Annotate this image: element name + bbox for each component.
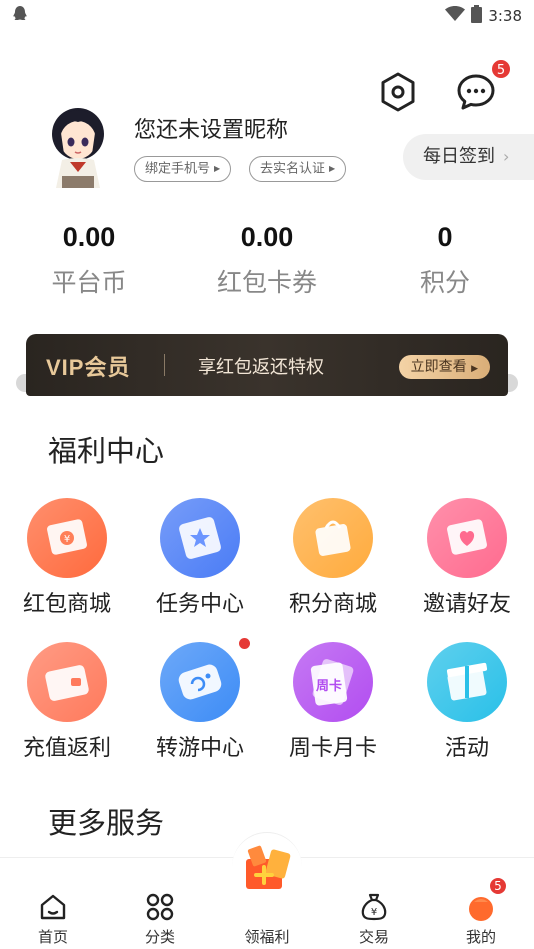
grid-icon (145, 892, 175, 922)
tab-label: 首页 (37, 928, 68, 946)
welfare-item-label: 充值返利 (22, 736, 111, 761)
triangle-right-icon: ▶ (329, 164, 336, 173)
home-icon (38, 892, 68, 922)
tab-category[interactable]: 分类 (115, 858, 205, 947)
triangle-right-icon: ▶ (214, 164, 221, 173)
divider (164, 354, 165, 376)
stat-label: 红包卡券 (216, 268, 317, 297)
qq-penguin-icon (10, 4, 30, 28)
checkin-label: 每日签到 (423, 146, 495, 167)
svg-text:¥: ¥ (371, 907, 377, 918)
welfare-item-label: 邀请好友 (422, 592, 511, 617)
task-star-icon (160, 498, 240, 578)
heart-envelope-icon (427, 498, 507, 578)
welfare-item-1[interactable]: ¥ 红包商城 (0, 498, 134, 618)
more-services-title: 更多服务 (48, 806, 165, 840)
tab-label: 交易 (358, 928, 389, 946)
stat-value: 0 (437, 222, 453, 252)
avatar[interactable] (40, 104, 118, 190)
shopping-bag-icon (293, 498, 373, 578)
nickname[interactable]: 您还未设置昵称 (134, 112, 288, 144)
notification-dot (239, 638, 250, 649)
tab-label: 领福利 (244, 928, 290, 946)
vip-view-button[interactable]: 立即查看 ▶ (398, 355, 490, 379)
welfare-section-title: 福利中心 (48, 434, 165, 468)
vip-title: VIP会员 (46, 355, 131, 380)
stat-label: 积分 (419, 268, 470, 297)
daily-checkin-button[interactable]: 每日签到 › (403, 134, 534, 180)
svg-text:周卡: 周卡 (316, 678, 342, 694)
bind-phone-label: 绑定手机号 (145, 161, 211, 177)
message-badge: 5 (490, 58, 512, 80)
chevron-right-icon: › (503, 147, 510, 166)
clock-time: 3:38 (488, 7, 522, 25)
vip-view-label: 立即查看 (410, 359, 467, 375)
triangle-right-icon: ▶ (471, 364, 478, 374)
gamepad-icon (160, 638, 250, 722)
stat-value: 0.00 (240, 222, 294, 252)
stat-label: 平台币 (51, 268, 127, 297)
welfare-item-label: 周卡月卡 (288, 736, 377, 761)
welfare-item-8[interactable]: 活动 (400, 642, 534, 762)
welfare-item-label: 转游中心 (155, 736, 244, 761)
stat-value: 0.00 (62, 222, 116, 252)
tab-trade[interactable]: ¥ 交易 (329, 858, 419, 947)
welfare-item-label: 活动 (444, 736, 489, 761)
svg-text:¥: ¥ (64, 534, 70, 545)
welfare-item-4[interactable]: 邀请好友 (400, 498, 534, 618)
profile-badge: 5 (488, 876, 508, 896)
wifi-icon (445, 6, 466, 26)
real-name-button[interactable]: 去实名认证 ▶ (249, 156, 347, 182)
welfare-item-5[interactable]: 充值返利 (0, 642, 134, 762)
red-packet-icon: ¥ (27, 498, 107, 578)
week-card-icon: 周卡 (293, 642, 373, 722)
welfare-item-3[interactable]: 积分商城 (266, 498, 400, 618)
tab-label: 分类 (144, 928, 175, 946)
welfare-item-label: 积分商城 (288, 592, 377, 617)
stat-platform-coin[interactable]: 0.00 平台币 (9, 222, 169, 299)
wallet-icon (27, 642, 107, 722)
gift-icon (252, 892, 282, 922)
stat-points[interactable]: 0 积分 (365, 222, 525, 299)
welfare-item-label: 任务中心 (155, 592, 244, 617)
money-bag-icon: ¥ (359, 892, 389, 922)
tab-profile[interactable]: 5 我的 (436, 858, 526, 947)
stat-red-packet[interactable]: 0.00 红包卡券 (187, 222, 347, 299)
bind-phone-button[interactable]: 绑定手机号 ▶ (134, 156, 232, 182)
vip-banner[interactable]: VIP会员 享红包返还特权 立即查看 ▶ (26, 334, 508, 396)
tab-home[interactable]: 首页 (8, 858, 98, 947)
profile-icon: 5 (466, 876, 508, 922)
real-name-label: 去实名认证 (260, 161, 326, 177)
welfare-item-2[interactable]: 任务中心 (133, 498, 267, 618)
welfare-item-label: 红包商城 (22, 592, 111, 617)
battery-icon (471, 5, 483, 27)
welfare-item-6[interactable]: 转游中心 (133, 638, 267, 762)
vip-desc: 享红包返还特权 (198, 357, 324, 378)
gift-box-icon (427, 642, 507, 722)
tab-label: 我的 (465, 928, 496, 946)
welfare-item-7[interactable]: 周卡周卡月卡 (266, 642, 400, 762)
status-bar: 3:38 (0, 0, 534, 30)
gift-icon[interactable] (240, 845, 296, 895)
